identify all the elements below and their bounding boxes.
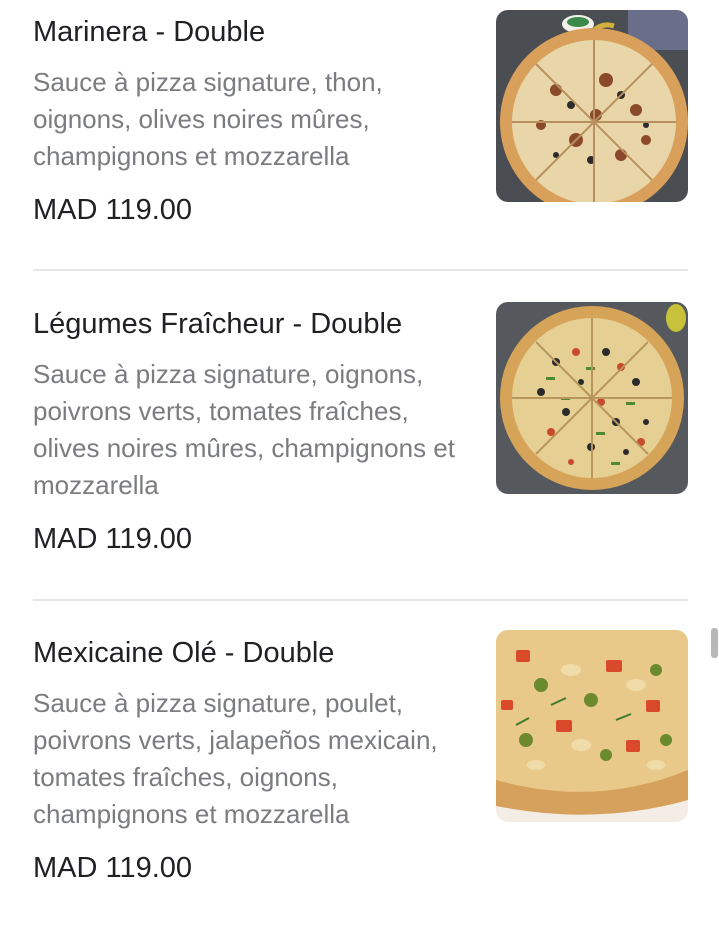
pizza-marinera-image[interactable] (496, 10, 688, 202)
menu-item-description: Sauce à pizza signature, oignons, poivro… (33, 359, 455, 500)
scrollbar-thumb[interactable] (711, 628, 718, 658)
pizza-mexicaine-image[interactable] (496, 630, 688, 822)
menu-item-text: Mexicaine Olé - Double Sauce à pizza sig… (33, 635, 473, 886)
menu-item-title: Légumes Fraîcheur - Double (33, 308, 403, 340)
menu-item-description: Sauce à pizza signature, thon, oignons, … (33, 67, 383, 171)
menu-item-price: MAD 119.00 (33, 852, 193, 884)
menu-item-price: MAD 119.00 (33, 523, 193, 555)
menu-item-text: Marinera - Double Sauce à pizza signatur… (33, 14, 473, 228)
menu-item-title: Marinera - Double (33, 16, 266, 48)
pizza-legumes-image[interactable] (496, 302, 688, 494)
menu-item-mexicaine[interactable]: Mexicaine Olé - Double Sauce à pizza sig… (33, 630, 688, 935)
menu-item-description: Sauce à pizza signature, poulet, poivron… (33, 688, 438, 829)
menu-item-legumes[interactable]: Légumes Fraîcheur - Double Sauce à pizza… (33, 302, 688, 566)
menu-item-marinera[interactable]: Marinera - Double Sauce à pizza signatur… (33, 10, 688, 244)
divider (33, 599, 688, 601)
menu-item-title: Mexicaine Olé - Double (33, 637, 335, 669)
menu-item-price: MAD 119.00 (33, 194, 193, 226)
menu-item-text: Légumes Fraîcheur - Double Sauce à pizza… (33, 306, 473, 557)
divider (33, 269, 688, 271)
